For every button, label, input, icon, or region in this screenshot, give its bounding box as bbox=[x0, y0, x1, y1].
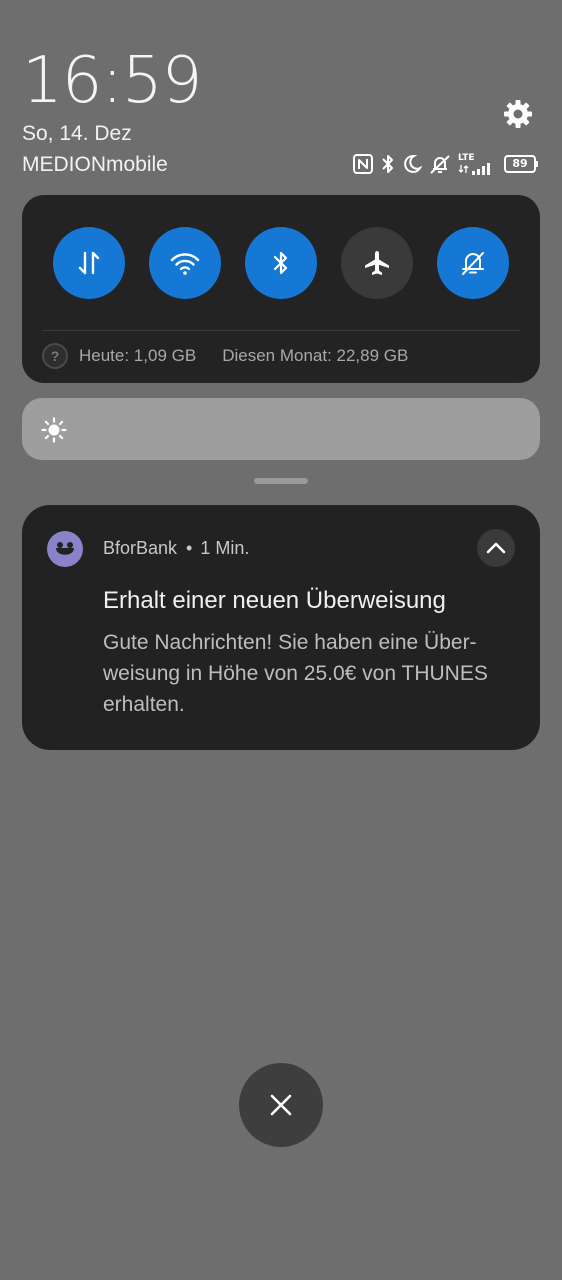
notification-card[interactable]: BforBank • 1 Min. Erhalt einer neuen Überw… bbox=[22, 505, 540, 750]
lte-label: LTE bbox=[458, 153, 475, 163]
header-separator: • bbox=[186, 538, 193, 558]
status-icons: LTE 89 bbox=[342, 150, 538, 178]
vibrate-off-icon bbox=[428, 153, 452, 175]
nfc-icon bbox=[352, 153, 374, 175]
app-name: BforBank bbox=[103, 538, 178, 558]
date-label[interactable]: So, 14. Dez bbox=[22, 121, 132, 147]
chevron-up-icon bbox=[486, 542, 506, 554]
wifi-toggle[interactable] bbox=[149, 227, 221, 299]
settings-button[interactable] bbox=[500, 96, 536, 132]
notification-body-line: erhalten. bbox=[103, 693, 185, 716]
close-icon bbox=[270, 1094, 292, 1116]
mobile-data-toggle[interactable] bbox=[53, 227, 125, 299]
wifi-icon bbox=[170, 253, 200, 275]
bluetooth-toggle[interactable] bbox=[245, 227, 317, 299]
collapse-button[interactable] bbox=[477, 529, 515, 567]
bforbank-logo-icon bbox=[56, 542, 74, 555]
brightness-slider[interactable] bbox=[22, 398, 540, 460]
notification-time: 1 Min. bbox=[200, 538, 250, 558]
airplane-icon bbox=[365, 251, 389, 275]
notification-body-line: weisung in Höhe von 25.0€ von THUNES bbox=[103, 662, 488, 685]
notification-body: Gute Nachrichten! Sie haben eine Über- w… bbox=[103, 627, 521, 720]
airplane-mode-toggle[interactable] bbox=[341, 227, 413, 299]
help-icon: ? bbox=[42, 343, 68, 369]
gear-icon bbox=[504, 100, 532, 128]
notification-title: Erhalt einer neuen Überweisung bbox=[103, 587, 446, 614]
data-transfer-icon bbox=[78, 251, 100, 275]
battery-level: 89 bbox=[504, 155, 536, 173]
divider bbox=[42, 330, 520, 331]
moon-icon bbox=[402, 153, 422, 175]
quick-settings-panel: ? Heute: 1,09 GB Diesen Monat: 22,89 GB bbox=[22, 195, 540, 383]
data-usage-row[interactable]: ? Heute: 1,09 GB Diesen Monat: 22,89 GB bbox=[42, 343, 408, 369]
bluetooth-icon bbox=[273, 251, 288, 275]
signal-icon: LTE bbox=[458, 153, 498, 175]
clock[interactable]: 16:59 bbox=[22, 44, 202, 118]
drag-handle[interactable] bbox=[254, 478, 308, 484]
notification-body-line: Gute Nachrichten! Sie haben eine Über- bbox=[103, 631, 477, 654]
battery-icon: 89 bbox=[504, 155, 538, 173]
clear-all-button[interactable] bbox=[239, 1063, 323, 1147]
bluetooth-icon bbox=[380, 153, 396, 175]
data-usage-today: Heute: 1,09 GB bbox=[79, 346, 197, 365]
app-icon bbox=[47, 531, 83, 567]
bell-off-icon bbox=[462, 252, 484, 275]
silent-toggle[interactable] bbox=[437, 227, 509, 299]
sun-icon bbox=[41, 417, 67, 443]
notification-header: BforBank • 1 Min. bbox=[103, 536, 249, 560]
data-usage-month: Diesen Monat: 22,89 GB bbox=[222, 346, 409, 365]
carrier-name: MEDIONmobile bbox=[22, 153, 168, 176]
